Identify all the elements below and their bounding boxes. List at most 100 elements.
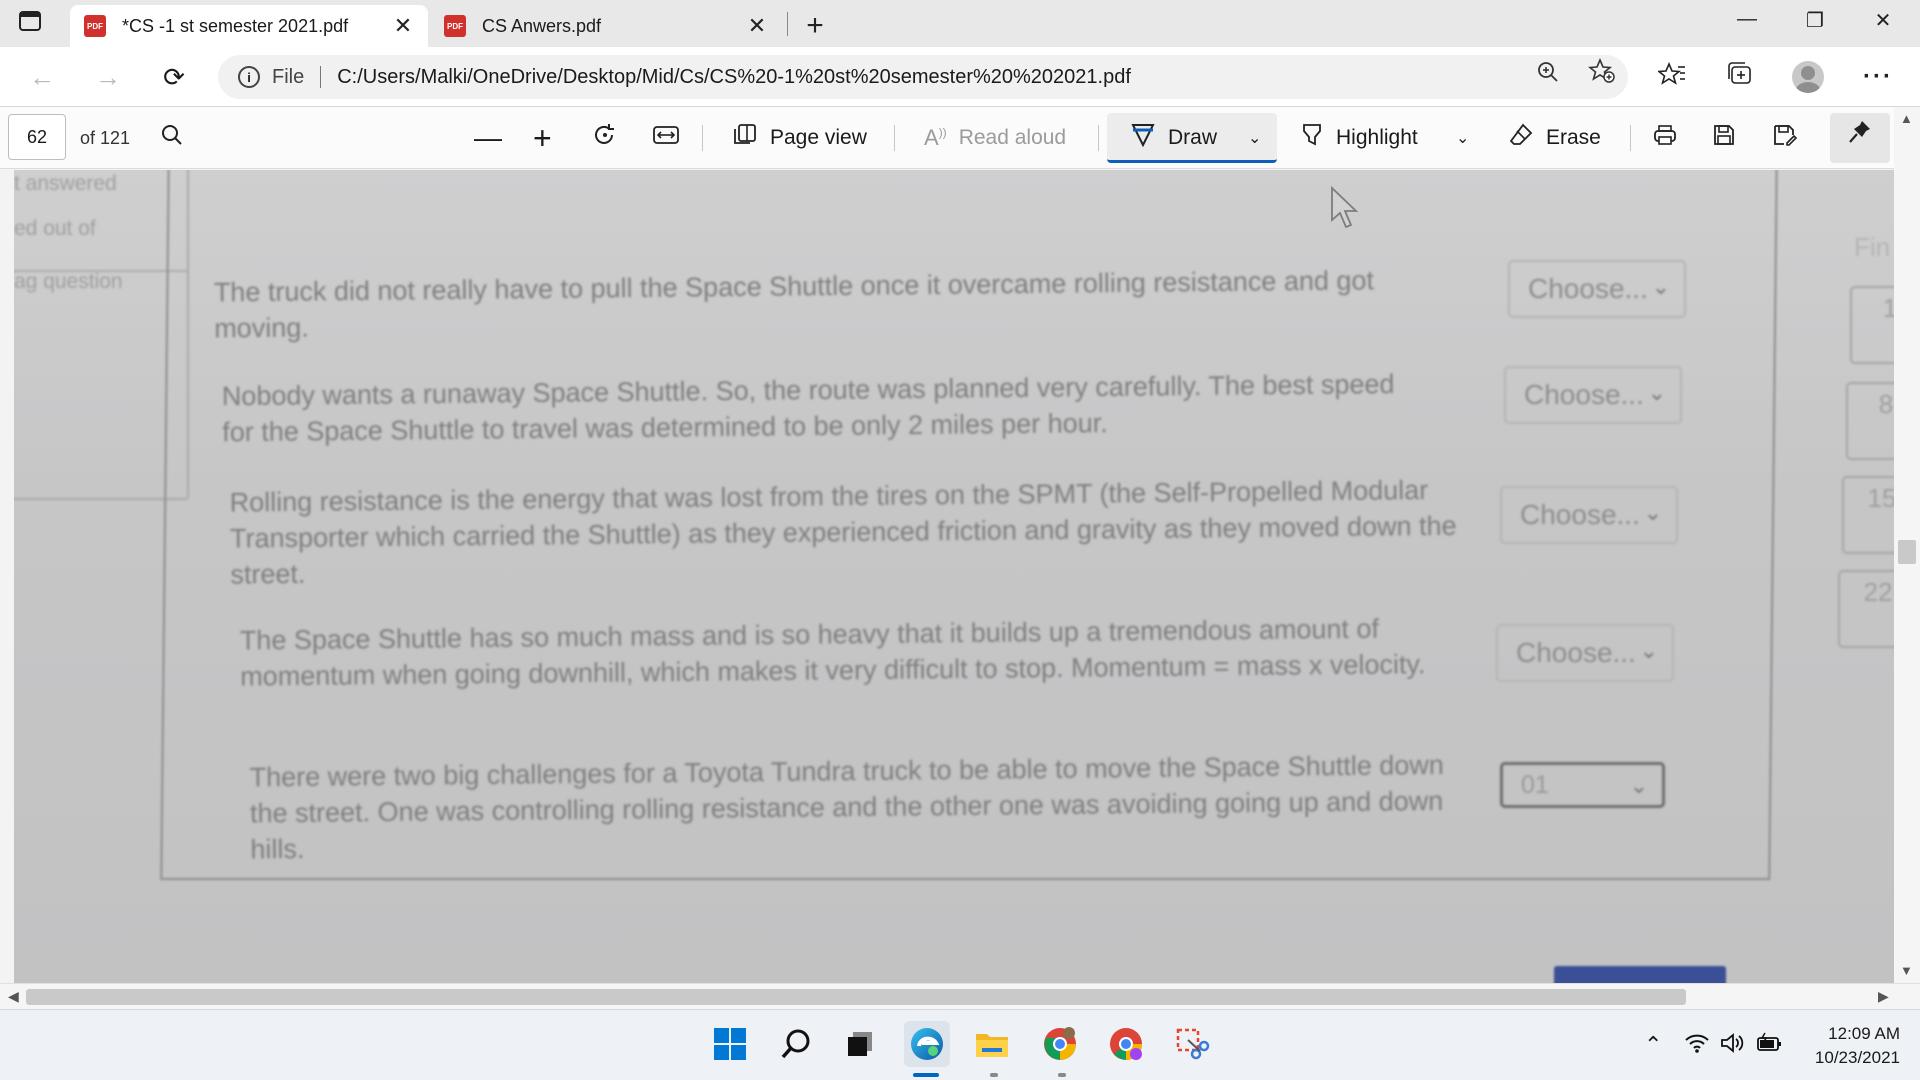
- chrome-icon[interactable]: [1040, 1024, 1080, 1064]
- plus-icon: +: [533, 119, 552, 156]
- running-app-indicator: [1058, 1073, 1066, 1077]
- answer-select[interactable]: 01 ⌄: [1500, 762, 1665, 808]
- scroll-right-icon[interactable]: ▶: [1878, 988, 1889, 1005]
- tab-close-icon[interactable]: ✕: [746, 13, 768, 39]
- tab-cs-semester[interactable]: PDF *CS -1 st semester 2021.pdf ✕: [70, 5, 428, 47]
- question-status-text: t answered: [14, 172, 117, 195]
- forward-button[interactable]: →: [90, 59, 126, 95]
- question-statement: Rolling resistance is the energy that wa…: [229, 475, 1457, 590]
- favorites-icon[interactable]: [1656, 61, 1688, 93]
- collections-icon[interactable]: [1724, 61, 1756, 93]
- toolbar-divider: [1098, 125, 1099, 151]
- toolbar-divider: [1630, 125, 1631, 151]
- save-as-button[interactable]: [1772, 107, 1798, 169]
- read-aloud-button[interactable]: A)) Read aloud: [924, 107, 1066, 169]
- tab-close-icon[interactable]: ✕: [392, 13, 414, 39]
- pdf-document-viewport[interactable]: t answered ed out of ag question The tru…: [14, 170, 1894, 983]
- question-statement: The Space Shuttle has so much mass and i…: [239, 613, 1426, 692]
- highlight-label: Highlight: [1336, 126, 1418, 149]
- chrome-profile-icon[interactable]: [1106, 1024, 1146, 1064]
- chevron-down-icon: ⌄: [1643, 500, 1662, 525]
- search-button[interactable]: [160, 107, 184, 169]
- answer-select[interactable]: Choose... ⌄: [1504, 366, 1682, 424]
- scroll-down-icon[interactable]: ▼: [1900, 963, 1913, 978]
- zoom-in-button[interactable]: +: [533, 107, 552, 169]
- draw-button[interactable]: Draw: [1130, 107, 1217, 169]
- rotate-button[interactable]: [592, 107, 618, 169]
- search-icon[interactable]: [776, 1024, 816, 1064]
- pdf-icon: PDF: [84, 15, 106, 37]
- quiz-nav-item[interactable]: 22: [1838, 570, 1894, 648]
- url-text[interactable]: C:/Users/Malki/OneDrive/Desktop/Mid/Cs/C…: [337, 66, 1131, 89]
- next-page-button[interactable]: [1554, 966, 1726, 983]
- answer-select[interactable]: Choose... ⌄: [1496, 624, 1674, 682]
- search-icon: [160, 123, 184, 153]
- edge-icon[interactable]: [904, 1021, 950, 1067]
- task-view-icon[interactable]: [840, 1024, 880, 1064]
- tab-title: CS Anwers.pdf: [482, 15, 602, 36]
- question-statement: There were two big challenges for a Toyo…: [249, 749, 1444, 865]
- tab-title: *CS -1 st semester 2021.pdf: [122, 15, 349, 36]
- scroll-up-icon[interactable]: ▲: [1900, 111, 1913, 126]
- erase-label: Erase: [1546, 126, 1601, 149]
- battery-charging-icon[interactable]: [1756, 1032, 1784, 1060]
- toolbar-divider: [894, 125, 895, 151]
- read-aloud-icon: A)): [924, 125, 947, 150]
- chevron-down-icon: ⌄: [1456, 130, 1470, 147]
- wifi-icon[interactable]: [1684, 1032, 1710, 1060]
- highlight-button[interactable]: Highlight: [1300, 107, 1418, 169]
- answer-select[interactable]: Choose... ⌄: [1508, 260, 1686, 318]
- clock-time: 12:09 AM: [1828, 1024, 1900, 1043]
- save-as-icon: [1772, 123, 1798, 153]
- quiz-navigation-label: Fin: [1854, 232, 1891, 262]
- quiz-nav-item[interactable]: 1: [1850, 286, 1894, 364]
- profile-avatar[interactable]: [1792, 61, 1824, 93]
- volume-icon[interactable]: [1720, 1032, 1746, 1060]
- add-favorite-icon[interactable]: [1587, 55, 1616, 99]
- page-number-input[interactable]: 62: [8, 114, 66, 160]
- pin-toolbar-button[interactable]: [1830, 113, 1890, 163]
- info-icon[interactable]: i: [238, 66, 260, 88]
- windows-start-icon[interactable]: [710, 1024, 750, 1064]
- pdf-icon: PDF: [444, 15, 466, 37]
- system-clock[interactable]: 12:09 AM 10/23/2021: [1800, 1022, 1900, 1070]
- vertical-scroll-thumb[interactable]: [1898, 540, 1916, 564]
- page-view-button[interactable]: Page view: [732, 107, 867, 169]
- answer-select[interactable]: Choose... ⌄: [1500, 486, 1678, 544]
- taskbar: ⌃ 12:09 AM 10/23/2021: [0, 1009, 1920, 1080]
- horizontal-scrollbar[interactable]: ◀ ▶: [0, 983, 1920, 1009]
- fit-width-button[interactable]: [652, 107, 680, 169]
- draw-options-button[interactable]: ⌄: [1248, 107, 1261, 169]
- more-options-icon[interactable]: ···: [1862, 61, 1894, 93]
- url-field[interactable]: i File C:/Users/Malki/OneDrive/Desktop/M…: [218, 55, 1628, 99]
- tab-cs-answers[interactable]: PDF CS Anwers.pdf ✕: [430, 5, 782, 47]
- print-icon: [1652, 123, 1678, 153]
- horizontal-scroll-thumb[interactable]: [26, 989, 1686, 1005]
- chevron-down-icon: ⌄: [1647, 380, 1666, 405]
- zoom-icon[interactable]: [1536, 55, 1560, 99]
- chevron-down-icon: ⌄: [1629, 773, 1648, 798]
- quiz-nav-item[interactable]: 15: [1842, 476, 1894, 554]
- refresh-button[interactable]: ⟳: [156, 59, 192, 95]
- question-mark-text: ed out of: [14, 217, 96, 240]
- highlight-options-button[interactable]: ⌄: [1456, 107, 1469, 169]
- save-button[interactable]: [1712, 107, 1736, 169]
- file-explorer-icon[interactable]: [972, 1024, 1012, 1064]
- zoom-out-button[interactable]: —: [474, 107, 502, 169]
- window-close-button[interactable]: ✕: [1860, 8, 1906, 38]
- scroll-left-icon[interactable]: ◀: [8, 988, 19, 1005]
- panel-divider: [14, 270, 189, 272]
- print-button[interactable]: [1652, 107, 1678, 169]
- running-app-indicator: [990, 1073, 998, 1077]
- tab-actions-icon[interactable]: [18, 10, 52, 38]
- url-divider: [320, 66, 322, 88]
- snipping-tool-icon[interactable]: [1172, 1024, 1212, 1064]
- minus-icon: —: [474, 122, 502, 153]
- quiz-nav-item[interactable]: 8: [1846, 382, 1894, 460]
- erase-button[interactable]: Erase: [1508, 107, 1601, 169]
- show-hidden-icons[interactable]: ⌃: [1644, 1032, 1662, 1058]
- back-button[interactable]: ←: [24, 59, 60, 95]
- minimize-button[interactable]: —: [1724, 8, 1770, 38]
- new-tab-button[interactable]: +: [800, 9, 830, 43]
- restore-button[interactable]: ❐: [1792, 8, 1838, 38]
